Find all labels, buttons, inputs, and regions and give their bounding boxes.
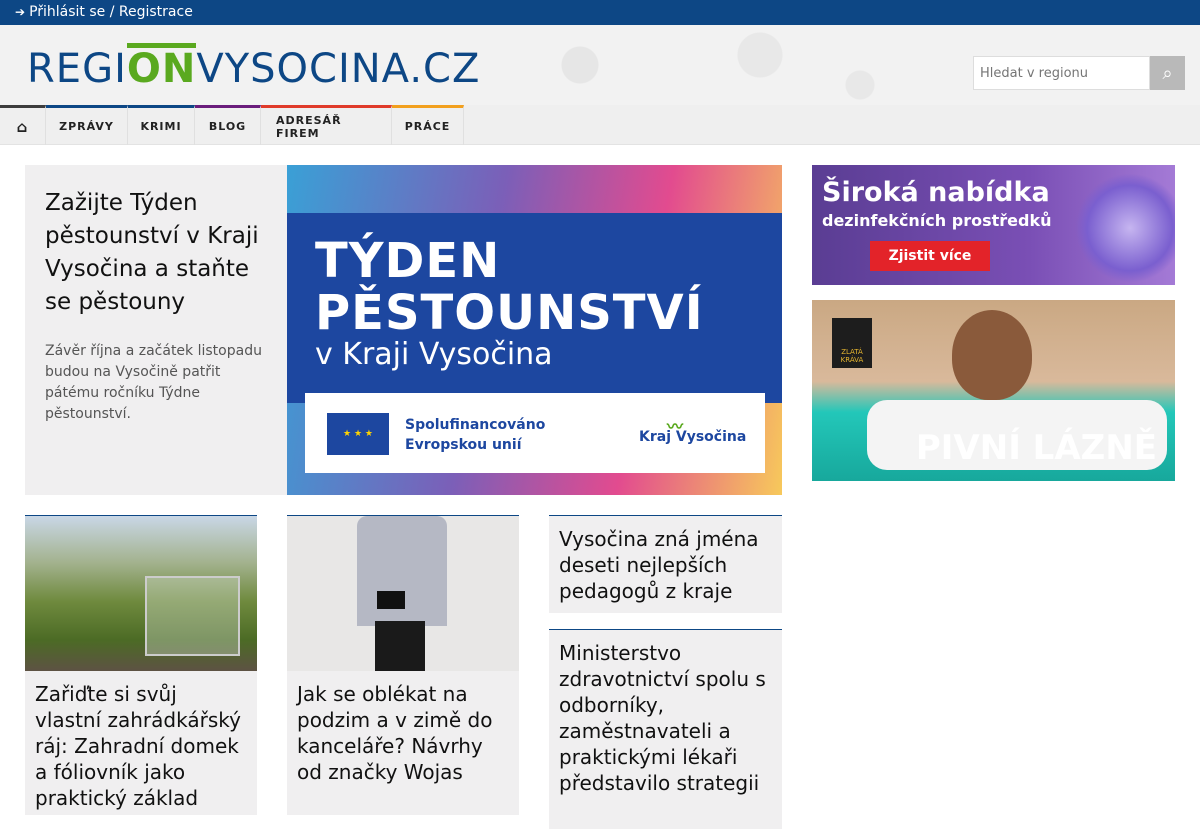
hero-article[interactable]: Zažijte Týden pěstounství v Kraji Vysoči… [25, 165, 782, 495]
hero-image[interactable]: TÝDEN PĚSTOUNSTVÍ v Kraji Vysočina ★ ★ ★… [287, 165, 782, 495]
ad2-person-image [952, 310, 1032, 400]
ad1-subline: dezinfekčních prostředků [822, 211, 1052, 230]
search-input[interactable] [973, 56, 1150, 90]
search-icon: ⌕ [1162, 62, 1173, 83]
article-card[interactable]: Jak se oblékat na podzim a v zimě do kan… [287, 515, 519, 815]
ad-banner-beer-spa[interactable]: ZLATÁ KRÁVA PIVNÍ LÁZNĚ [812, 300, 1175, 481]
ad2-text: PIVNÍ LÁZNĚ [915, 428, 1157, 468]
header: REGIONVYSOCINA.CZ ⌕ [0, 25, 1200, 105]
nav-item-adresar-firem[interactable]: Adresář firem [261, 105, 392, 145]
nav-item-krimi[interactable]: Krimi [128, 105, 195, 145]
nav-item-blog[interactable]: Blog [195, 105, 261, 145]
ad1-headline: Široká nabídka [822, 177, 1050, 208]
virus-image [1075, 173, 1175, 283]
banner-kraj-logo: 〰 Kraj Vysočina [639, 417, 746, 445]
home-icon: ⌂ [16, 117, 29, 136]
login-link[interactable]: Přihlásit se / Registrace [29, 4, 193, 20]
news-item[interactable]: Vysočina zná jména deseti nejlepších ped… [549, 515, 782, 613]
news-title[interactable]: Vysočina zná jména deseti nejlepších ped… [559, 526, 772, 604]
banner-title: TÝDEN PĚSTOUNSTVÍ [315, 233, 704, 341]
ad-banner-disinfection[interactable]: Široká nabídka dezinfekčních prostředků … [812, 165, 1175, 285]
zlata-krava-logo: ZLATÁ KRÁVA [832, 318, 872, 368]
main-nav: ⌂ Zprávy Krimi Blog Adresář firem Práce [0, 105, 1200, 145]
article-title[interactable]: Zařiďte si svůj vlastní zahrádkářský ráj… [25, 671, 257, 815]
search-button[interactable]: ⌕ [1150, 56, 1185, 90]
hero-title[interactable]: Zažijte Týden pěstounství v Kraji Vysoči… [45, 187, 265, 319]
nav-home[interactable]: ⌂ [0, 105, 46, 145]
nav-item-prace[interactable]: Práce [392, 105, 464, 145]
news-title[interactable]: Ministerstvo zdravotnictví spolu s odbor… [559, 640, 772, 796]
article-image-fashion[interactable] [287, 516, 519, 671]
article-title[interactable]: Jak se oblékat na podzim a v zimě do kan… [287, 671, 519, 795]
login-icon[interactable]: ➔ [15, 0, 25, 25]
top-bar: ➔ Přihlásit se / Registrace [0, 0, 1200, 25]
banner-eu-text: Spolufinancováno Evropskou unií [405, 417, 546, 453]
search-form: ⌕ [973, 56, 1185, 90]
hero-text: Zažijte Týden pěstounství v Kraji Vysoči… [45, 187, 265, 425]
bag-shape [377, 591, 405, 609]
article-card[interactable]: Zařiďte si svůj vlastní zahrádkářský ráj… [25, 515, 257, 815]
ad1-cta-button[interactable]: Zjistit více [870, 241, 990, 271]
kraj-logo-icon: 〰 [667, 417, 684, 436]
site-logo[interactable]: REGIONVYSOCINA.CZ [27, 47, 480, 91]
article-image-garden[interactable] [25, 516, 257, 671]
hero-perex: Závěr října a začátek listopadu budou na… [45, 343, 262, 422]
trousers-shape [375, 621, 425, 671]
eu-flag-icon: ★ ★ ★ [327, 413, 389, 455]
news-item[interactable]: Ministerstvo zdravotnictví spolu s odbor… [549, 629, 782, 829]
nav-item-zpravy[interactable]: Zprávy [46, 105, 128, 145]
coat-shape [357, 516, 447, 626]
banner-subtitle: v Kraji Vysočina [315, 337, 553, 372]
greenhouse-shape [145, 576, 240, 656]
